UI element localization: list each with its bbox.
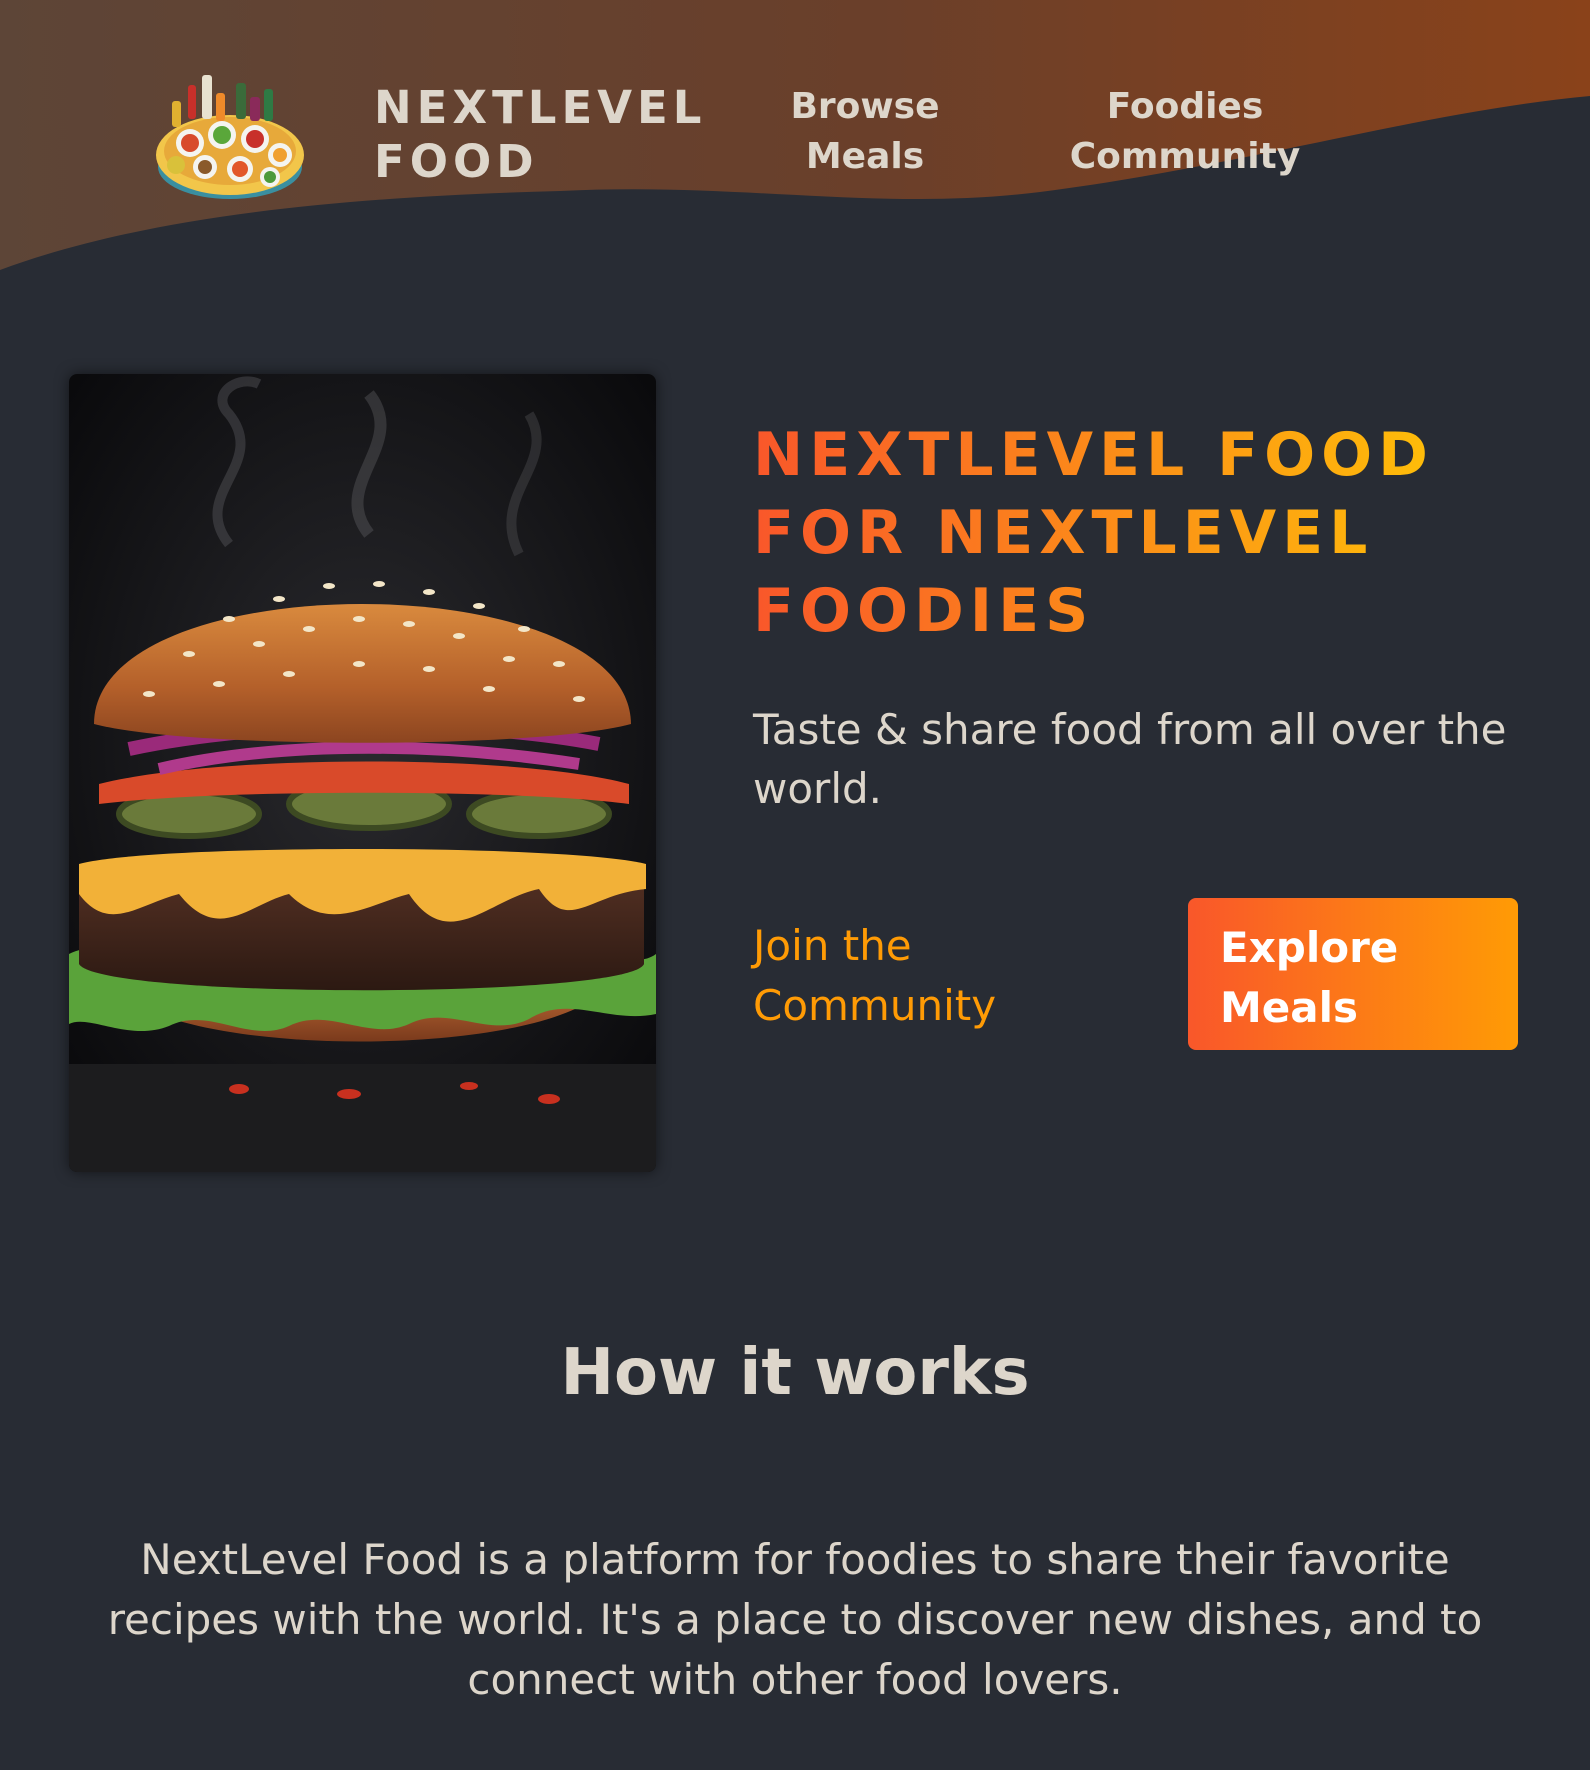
- join-community-link[interactable]: Join the Community: [753, 916, 1053, 1036]
- hero-burger-image: [69, 374, 656, 1172]
- hero-subtitle: Taste & share food from all over the wor…: [753, 705, 1507, 813]
- nav-browse-meals[interactable]: Browse Meals: [750, 82, 980, 182]
- explore-meals-button[interactable]: Explore Meals: [1188, 898, 1518, 1050]
- how-it-works-text: NextLevel Food is a platform for foodies…: [107, 1535, 1483, 1704]
- nav-foodies-community[interactable]: Foodies Community: [1060, 82, 1310, 182]
- how-it-works-title: How it works: [560, 1336, 1030, 1410]
- main-nav: Browse Meals Foodies Community: [0, 82, 1590, 192]
- hero-title: NEXTLEVEL FOOD FOR NEXTLEVEL FOODIES: [753, 416, 1513, 650]
